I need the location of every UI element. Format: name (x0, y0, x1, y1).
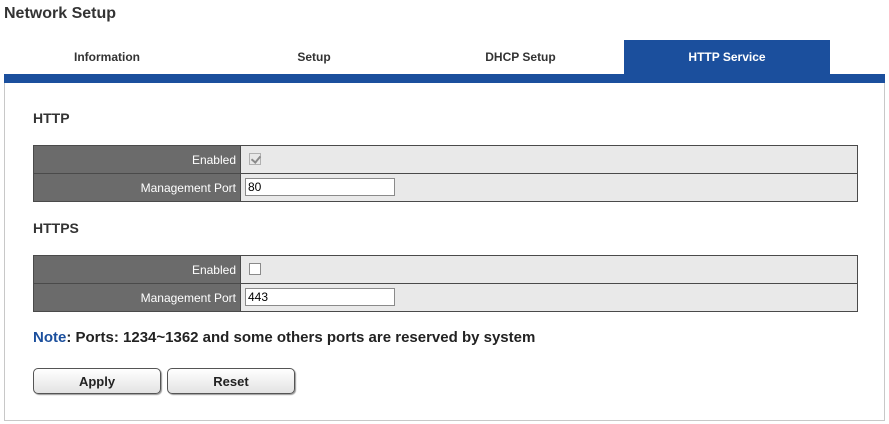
https-port-input[interactable] (245, 288, 395, 307)
reserved-ports-note: Note: Ports: 1234~1362 and some others p… (33, 329, 535, 346)
http-port-row: Management Port (33, 173, 858, 202)
tab-setup[interactable]: Setup (211, 40, 417, 74)
https-enabled-checkbox[interactable] (249, 263, 261, 276)
http-enabled-row: Enabled (33, 145, 858, 174)
https-port-row: Management Port (33, 283, 858, 312)
apply-button[interactable]: Apply (33, 368, 161, 394)
https-enabled-label: Enabled (33, 255, 241, 284)
tab-dhcp-setup[interactable]: DHCP Setup (417, 40, 624, 74)
tab-bar: Information Setup DHCP Setup HTTP Servic… (4, 40, 885, 74)
content-panel: HTTP Enabled Management Port HTTPS Enabl… (4, 83, 885, 421)
http-port-input[interactable] (245, 178, 395, 197)
http-section-title: HTTP (33, 110, 70, 126)
tab-http-service[interactable]: HTTP Service (624, 40, 830, 74)
http-port-label: Management Port (33, 173, 241, 202)
note-text: : Ports: 1234~1362 and some others ports… (66, 329, 536, 346)
http-settings-table: Enabled Management Port (33, 145, 858, 202)
https-enabled-row: Enabled (33, 255, 858, 284)
https-port-label: Management Port (33, 283, 241, 312)
http-enabled-label: Enabled (33, 145, 241, 174)
tab-information[interactable]: Information (4, 40, 210, 74)
tab-underline (4, 74, 885, 83)
https-section-title: HTTPS (33, 220, 79, 236)
http-enabled-checkbox[interactable] (249, 153, 261, 166)
page-title: Network Setup (4, 5, 117, 22)
note-label: Note (33, 329, 67, 346)
reset-button[interactable]: Reset (167, 368, 295, 394)
https-settings-table: Enabled Management Port (33, 255, 858, 312)
